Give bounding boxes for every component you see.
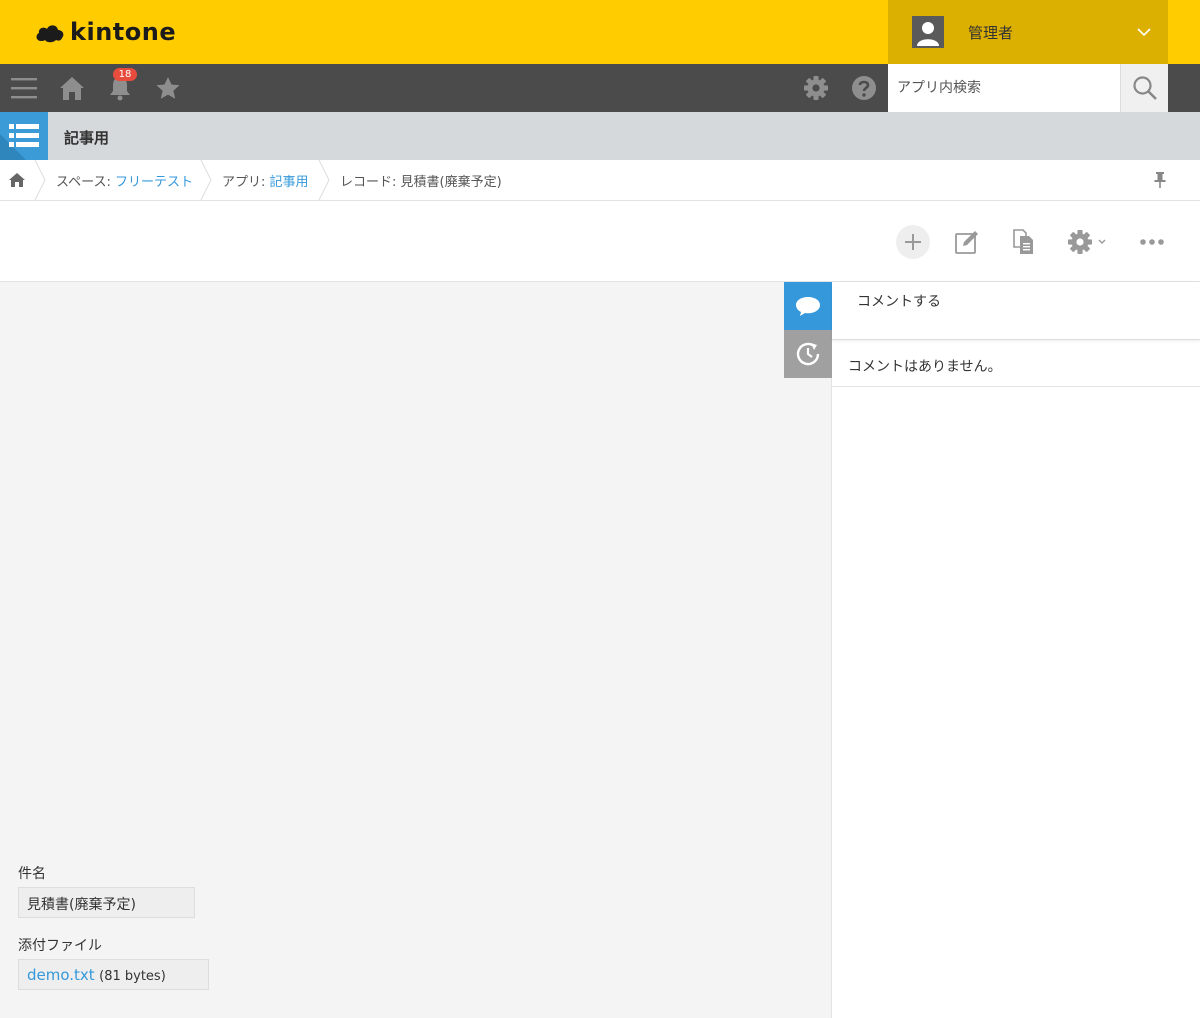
field-value-subject: 見積書(廃棄予定) (18, 887, 195, 918)
breadcrumb-space: スペース: フリーテスト (56, 171, 193, 190)
global-header: kintone 管理者 (0, 0, 1200, 64)
breadcrumb-space-label: スペース: (56, 175, 115, 190)
history-tab[interactable] (784, 330, 832, 378)
attachment-file-size: (81 bytes) (99, 969, 166, 984)
breadcrumb: スペース: フリーテスト アプリ: 記事用 レコード: 見積書(廃棄予定) (0, 160, 1200, 201)
breadcrumb-app: アプリ: 記事用 (222, 171, 309, 190)
field-value-attachment: demo.txt (81 bytes) (18, 959, 209, 990)
copy-document-icon (1013, 229, 1033, 254)
record-detail-area: 件名 見積書(廃棄予定) 添付ファイル demo.txt (81 bytes) (0, 282, 832, 1018)
logo-text: kintone (70, 18, 177, 46)
more-options-button[interactable] (1135, 225, 1169, 259)
user-avatar-icon (912, 16, 944, 48)
breadcrumb-app-link[interactable]: 記事用 (270, 175, 309, 190)
comment-bubble-icon (796, 297, 820, 316)
app-title-bar: 記事用 (0, 112, 1200, 160)
no-comments-message: コメントはありません。 (832, 341, 1200, 387)
field-label-attachment: 添付ファイル (18, 938, 102, 954)
more-horizontal-icon (1140, 239, 1164, 245)
user-menu[interactable]: 管理者 (888, 0, 1168, 64)
chevron-down-icon (1137, 28, 1151, 37)
help-icon[interactable] (848, 72, 880, 104)
record-settings-button[interactable] (1062, 225, 1112, 259)
star-icon[interactable] (152, 72, 184, 104)
field-label-subject: 件名 (18, 866, 46, 882)
comments-tab[interactable] (784, 282, 832, 330)
search-button[interactable] (1120, 64, 1168, 112)
pin-icon[interactable] (1152, 171, 1168, 189)
gear-icon (1068, 230, 1092, 254)
breadcrumb-record: レコード: 見積書(廃棄予定) (340, 175, 502, 190)
kintone-logo[interactable]: kintone (34, 16, 176, 48)
breadcrumb-space-link[interactable]: フリーテスト (115, 175, 193, 190)
comment-panel: コメントする コメントはありません。 (832, 282, 1200, 1018)
user-name: 管理者 (968, 24, 1014, 42)
home-icon[interactable] (56, 72, 88, 104)
breadcrumb-separator-icon (200, 160, 212, 200)
breadcrumb-separator-icon (318, 160, 330, 200)
edit-icon (955, 231, 978, 254)
edit-record-button[interactable] (950, 225, 984, 259)
app-search-input[interactable] (888, 64, 1120, 112)
plus-icon (905, 234, 921, 250)
gear-icon[interactable] (800, 72, 832, 104)
history-icon (796, 342, 820, 366)
search-icon (1132, 76, 1157, 100)
app-title: 記事用 (64, 129, 110, 147)
attachment-file-link[interactable]: demo.txt (27, 966, 95, 984)
menu-icon[interactable] (8, 72, 40, 104)
add-record-button[interactable] (896, 225, 930, 259)
duplicate-record-button[interactable] (1006, 225, 1040, 259)
chevron-down-icon (1098, 239, 1106, 244)
app-list-icon[interactable] (0, 112, 48, 160)
cloud-logo-icon (36, 25, 64, 43)
breadcrumb-separator-icon (34, 160, 46, 200)
notification-badge: 18 (113, 68, 137, 81)
comment-input[interactable]: コメントする (832, 282, 1200, 340)
home-icon[interactable] (8, 171, 26, 189)
record-action-bar (0, 201, 1200, 282)
breadcrumb-app-label: アプリ: (222, 175, 270, 190)
